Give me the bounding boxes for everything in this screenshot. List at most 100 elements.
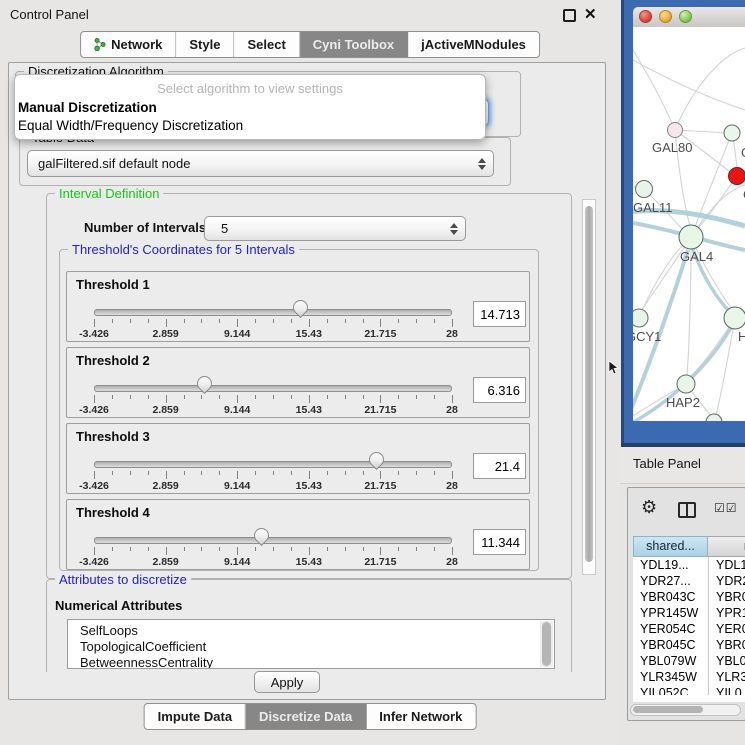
zoom-traffic-light-icon[interactable]	[679, 10, 692, 23]
tick-label: 9.144	[224, 556, 250, 568]
dropdown-option-equal-width-frequency[interactable]: Equal Width/Frequency Discretization	[15, 117, 485, 135]
tab-style[interactable]: Style	[176, 32, 234, 57]
network-node[interactable]	[724, 125, 740, 141]
table-header-row: shared... n...	[633, 536, 745, 557]
column-layout-icon[interactable]	[678, 502, 696, 518]
table-row[interactable]: YPR145WYPR1	[633, 605, 745, 621]
slider-ticks	[94, 395, 452, 403]
threshold-slider[interactable]: -3.4262.8599.14415.4321.71528	[94, 450, 452, 494]
tab-label: Infer Network	[379, 709, 462, 724]
network-node-label: GAL4	[680, 249, 713, 264]
list-item-selfloops[interactable]: SelfLoops	[68, 623, 554, 639]
node-table-panel: ⚙ ☑☑ shared... n... YDL19...YDL1YDR27...…	[627, 487, 745, 721]
tab-label: Select	[247, 37, 285, 52]
tab-impute-data[interactable]: Impute Data	[145, 704, 246, 729]
numerical-attributes-list[interactable]: SelfLoopsTopologicalCoefficientBetweenne…	[67, 619, 555, 669]
cell-name: YPR1	[708, 605, 745, 621]
number-of-intervals-combobox[interactable]: 5	[204, 216, 466, 241]
network-node[interactable]	[729, 168, 745, 185]
apply-button[interactable]: Apply	[254, 671, 320, 693]
minimize-traffic-light-icon[interactable]	[659, 10, 672, 23]
network-view-window: GAL80GACGAL11GAL4GCY1HHAP2	[621, 0, 745, 447]
list-item-topologicalcoefficient[interactable]: TopologicalCoefficient	[68, 639, 554, 655]
tick-label: 28	[446, 556, 458, 568]
network-canvas[interactable]: GAL80GACGAL11GAL4GCY1HHAP2	[633, 27, 745, 421]
scrollbar-thumb[interactable]	[542, 622, 551, 666]
close-traffic-light-icon[interactable]	[639, 10, 652, 23]
algorithm-dropdown-popup: Select algorithm to view settings Manual…	[14, 74, 486, 140]
tick-mark	[201, 547, 202, 551]
threshold-slider[interactable]: -3.4262.8599.14415.4321.71528	[94, 374, 452, 418]
tab-discretize-data[interactable]: Discretize Data	[246, 704, 366, 729]
table-row[interactable]: YLR345WYLR3	[633, 669, 745, 685]
slider-track	[94, 461, 452, 468]
tab-jactivemnodules[interactable]: jActiveMNodules	[408, 32, 539, 57]
tab-infer-network[interactable]: Infer Network	[366, 704, 475, 729]
tick-mark	[255, 395, 256, 399]
network-node-label: GAL11	[633, 200, 673, 215]
numerical-attributes-label: Numerical Attributes	[55, 598, 182, 613]
network-node[interactable]	[706, 414, 722, 421]
network-node[interactable]	[679, 225, 703, 249]
tick-mark	[398, 471, 399, 475]
tick-mark	[166, 547, 167, 555]
table-data-combobox[interactable]: galFiltered.sif default node	[27, 150, 494, 177]
network-node[interactable]	[636, 181, 653, 198]
tab-label: Discretize Data	[259, 709, 352, 724]
network-node[interactable]	[668, 123, 683, 138]
threshold-box: Threshold 2 -3.4262.8599.14415.4321.71528…	[66, 347, 530, 418]
tick-mark	[166, 395, 167, 403]
table-row[interactable]: YIL052CYIL0	[633, 685, 745, 695]
horizontal-scrollbar[interactable]	[630, 704, 741, 716]
tab-cyni-toolbox[interactable]: Cyni Toolbox	[300, 32, 408, 57]
tick-mark	[345, 395, 346, 399]
tick-label: 28	[446, 328, 458, 340]
network-node-label: GA	[741, 145, 745, 160]
threshold-slider[interactable]: -3.4262.8599.14415.4321.71528	[94, 298, 452, 342]
table-body: YDL19...YDL1YDR27...YDR2YBR043CYBR0YPR14…	[633, 557, 745, 695]
gear-icon[interactable]: ⚙	[641, 498, 657, 516]
select-columns-checkboxes-icon[interactable]: ☑☑	[714, 501, 738, 515]
tab-select[interactable]: Select	[234, 32, 299, 57]
scrollbar-thumb[interactable]	[585, 206, 593, 562]
table-row[interactable]: YDL19...YDL1	[633, 557, 745, 573]
list-scrollbar[interactable]	[540, 621, 553, 667]
float-window-icon[interactable]	[563, 9, 576, 22]
threshold-slider[interactable]: -3.4262.8599.14415.4321.71528	[94, 526, 452, 570]
table-row[interactable]: YBR045CYBR0	[633, 637, 745, 653]
table-row[interactable]: YBR043CYBR0	[633, 589, 745, 605]
table-row[interactable]: YDR27...YDR2	[633, 573, 745, 589]
dropdown-option-manual-discretization[interactable]: Manual Discretization	[15, 99, 485, 117]
dropdown-placeholder-option[interactable]: Select algorithm to view settings	[15, 79, 485, 99]
threshold-label: Threshold 2	[76, 353, 150, 368]
network-window-titlebar[interactable]	[633, 7, 745, 28]
tab-network[interactable]: Network	[81, 32, 176, 57]
group-title-attributes: Attributes to discretize	[55, 572, 191, 587]
list-item-betweennesscentrality[interactable]: BetweennessCentrality	[68, 655, 554, 669]
network-node-label: H	[738, 329, 745, 344]
scrollbar-thumb[interactable]	[633, 706, 703, 713]
column-header-name[interactable]: n...	[708, 536, 745, 557]
tick-mark	[255, 471, 256, 475]
network-node[interactable]	[724, 307, 745, 329]
close-icon[interactable]: ✕	[584, 5, 597, 23]
threshold-value-field[interactable]: 11.344	[473, 529, 526, 555]
table-row[interactable]: YER054CYER0	[633, 621, 745, 637]
tick-label: 15.43	[296, 556, 322, 568]
threshold-value-field[interactable]: 14.713	[473, 301, 526, 327]
panel-title: Control Panel	[10, 7, 89, 22]
network-node-label: HAP2	[666, 395, 700, 410]
column-header-shared-name[interactable]: shared...	[633, 536, 708, 557]
network-node[interactable]	[677, 375, 695, 393]
table-row[interactable]: YBL079WYBL0	[633, 653, 745, 669]
tab-label: Cyni Toolbox	[313, 37, 394, 52]
tick-mark	[345, 471, 346, 475]
tick-mark	[363, 395, 364, 399]
tick-mark	[363, 471, 364, 475]
threshold-value-field[interactable]: 21.4	[473, 453, 526, 479]
tick-mark	[184, 319, 185, 323]
network-node[interactable]	[633, 309, 648, 327]
threshold-value-field[interactable]: 6.316	[473, 377, 526, 403]
tick-mark	[416, 471, 417, 475]
vertical-scrollbar[interactable]	[582, 199, 596, 575]
